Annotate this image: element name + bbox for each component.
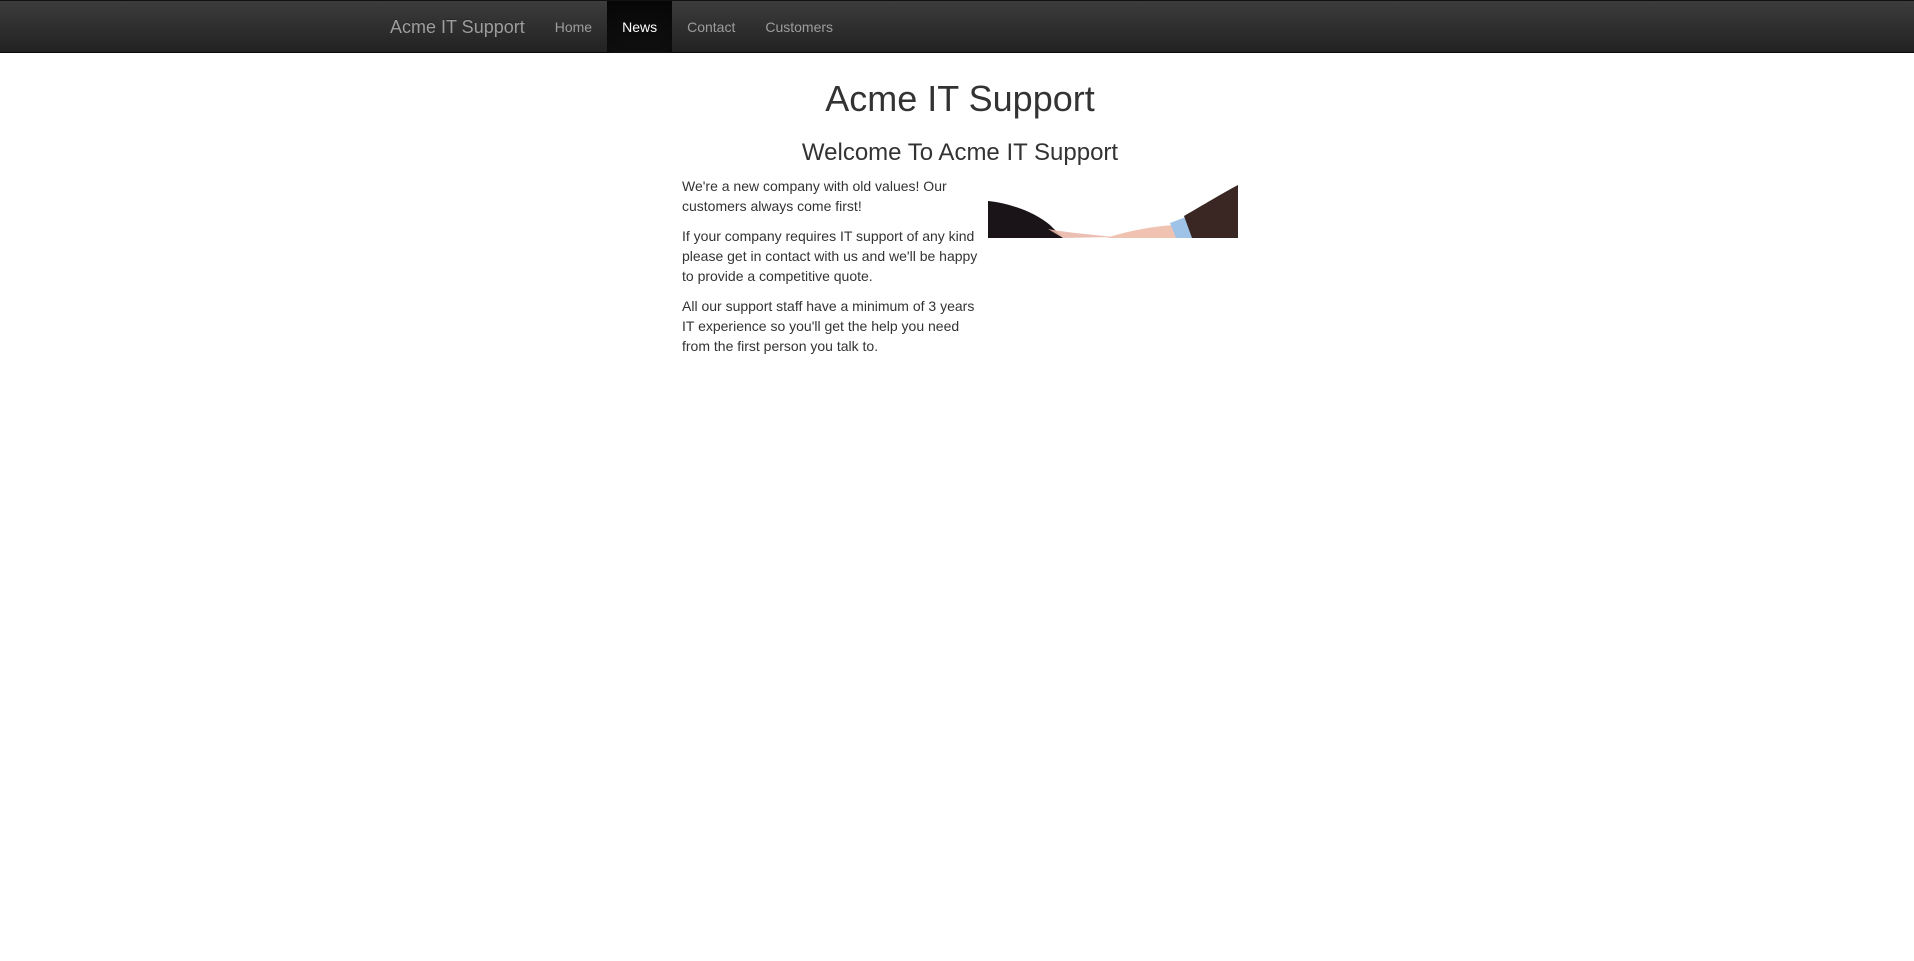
content-row: We're a new company with old values! Our…: [682, 176, 1238, 366]
brand-link[interactable]: Acme IT Support: [375, 1, 540, 53]
page-title: Acme IT Support: [825, 78, 1095, 119]
nav-link-contact[interactable]: Contact: [672, 1, 750, 53]
nav-link-news[interactable]: News: [607, 1, 673, 53]
handshake-image-graphic: [988, 184, 1238, 238]
intro-text: We're a new company with old values! Our…: [682, 176, 982, 366]
handshake-image: [988, 182, 1238, 238]
intro-paragraph: If your company requires IT support of a…: [682, 227, 978, 284]
intro-paragraph: We're a new company with old values! Our…: [682, 177, 947, 214]
nav-link-home[interactable]: Home: [540, 1, 607, 53]
navbar-inner: Acme IT Support Home News Contact Custom…: [375, 1, 848, 53]
page-subtitle: Welcome To Acme IT Support: [801, 138, 1119, 166]
nav-link-customers[interactable]: Customers: [750, 1, 848, 53]
main-content: Acme IT Support Welcome To Acme IT Suppo…: [682, 53, 1238, 366]
intro-paragraph: All our support staff have a minimum of …: [682, 297, 975, 354]
top-navbar: Acme IT Support Home News Contact Custom…: [0, 0, 1914, 53]
